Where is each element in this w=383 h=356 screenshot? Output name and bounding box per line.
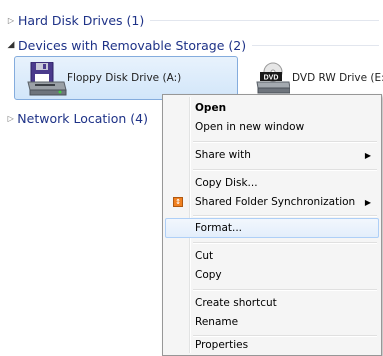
- menu-item-copy[interactable]: Copy: [165, 265, 379, 285]
- menu-item-copy-disk[interactable]: Copy Disk...: [165, 173, 379, 193]
- menu-item-open[interactable]: Open: [165, 98, 379, 118]
- group-network-location[interactable]: ▷ Network Location (4): [0, 109, 158, 127]
- submenu-arrow-icon: ▶: [364, 150, 371, 160]
- menu-separator: [193, 169, 377, 171]
- group-divider: [252, 44, 379, 46]
- group-title: Devices with Removable Storage (2): [18, 37, 247, 53]
- menu-item-share-with[interactable]: Share with ▶: [165, 145, 379, 165]
- sync-icon: ↕: [173, 197, 183, 207]
- menu-separator: [193, 215, 377, 217]
- expand-arrow-icon[interactable]: ▷: [4, 16, 18, 25]
- context-menu: Open Open in new window Share with ▶ Cop…: [162, 94, 382, 356]
- dvd-drive-icon: DVD: [256, 61, 291, 95]
- group-divider: [150, 19, 379, 21]
- group-removable-storage[interactable]: ◢ Devices with Removable Storage (2): [0, 36, 383, 54]
- dvd-badge: DVD: [264, 75, 279, 82]
- menu-item-cut[interactable]: Cut: [165, 246, 379, 266]
- menu-item-properties[interactable]: Properties: [165, 335, 379, 355]
- collapse-arrow-icon[interactable]: ◢: [4, 40, 18, 50]
- expand-arrow-icon[interactable]: ▷: [4, 114, 17, 123]
- floppy-drive-label: Floppy Disk Drive (A:): [67, 72, 182, 84]
- group-hard-disk-drives[interactable]: ▷ Hard Disk Drives (1): [0, 11, 383, 29]
- menu-separator: [193, 141, 377, 143]
- floppy-drive-icon: [27, 61, 67, 96]
- menu-item-rename[interactable]: Rename: [165, 312, 379, 332]
- group-title: Network Location (4): [17, 110, 148, 126]
- menu-item-open-in-new-window[interactable]: Open in new window: [165, 117, 379, 137]
- menu-item-format[interactable]: Format...: [165, 218, 379, 238]
- menu-item-shared-folder-sync[interactable]: ↕ Shared Folder Synchronization ▶: [165, 192, 379, 212]
- dvd-drive-label: DVD RW Drive (E:): [292, 72, 383, 84]
- submenu-arrow-icon: ▶: [364, 197, 371, 207]
- menu-separator: [193, 289, 377, 291]
- menu-item-create-shortcut[interactable]: Create shortcut: [165, 293, 379, 313]
- group-title: Hard Disk Drives (1): [18, 12, 145, 28]
- menu-separator: [193, 242, 377, 244]
